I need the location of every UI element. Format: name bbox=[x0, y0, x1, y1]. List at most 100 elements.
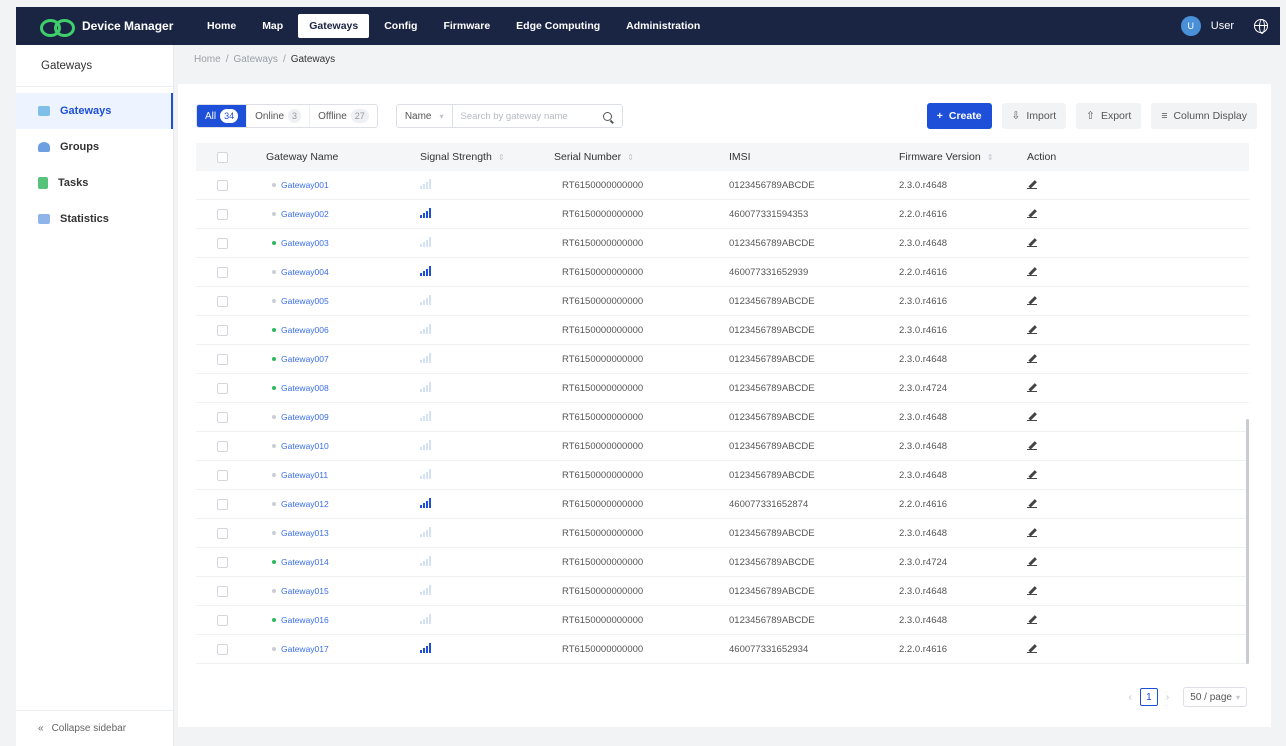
nav-config[interactable]: Config bbox=[373, 14, 428, 38]
language-globe-icon[interactable] bbox=[1254, 19, 1268, 34]
column-display-button[interactable]: ≡ Column Display bbox=[1151, 103, 1257, 129]
table-row[interactable]: Gateway001 RT6150000000000 0123456789ABCDE… bbox=[196, 171, 1249, 200]
nav-gateways[interactable]: Gateways bbox=[298, 14, 370, 38]
table-row[interactable]: Gateway016 RT6150000000000 0123456789ABCDE… bbox=[196, 606, 1249, 635]
search-input[interactable] bbox=[452, 110, 603, 122]
row-checkbox[interactable] bbox=[216, 382, 228, 394]
edit-icon[interactable] bbox=[1027, 382, 1037, 392]
gateway-name-link[interactable]: Gateway009 bbox=[281, 412, 329, 422]
gateway-name-link[interactable]: Gateway006 bbox=[281, 325, 329, 335]
table-row[interactable]: Gateway011 RT6150000000000 0123456789ABCDE… bbox=[196, 461, 1249, 490]
filter-all[interactable]: All 34 bbox=[197, 105, 248, 127]
edit-icon[interactable] bbox=[1027, 498, 1037, 508]
row-checkbox[interactable] bbox=[216, 585, 228, 597]
nav-edge-computing[interactable]: Edge Computing bbox=[505, 14, 611, 38]
gateway-name-link[interactable]: Gateway008 bbox=[281, 383, 329, 393]
nav-firmware[interactable]: Firmware bbox=[432, 14, 501, 38]
edit-icon[interactable] bbox=[1027, 411, 1037, 421]
nav-home[interactable]: Home bbox=[196, 14, 247, 38]
search-field-select[interactable]: Name ▾ bbox=[397, 105, 453, 127]
gateway-name-link[interactable]: Gateway016 bbox=[281, 615, 329, 625]
col-firmware-version[interactable]: Firmware Version ⇕ bbox=[899, 151, 1027, 163]
row-checkbox[interactable] bbox=[216, 237, 228, 249]
row-checkbox[interactable] bbox=[216, 556, 228, 568]
sidebar-item-gateways[interactable]: Gateways bbox=[16, 93, 173, 129]
filter-offline[interactable]: Offline 27 bbox=[310, 105, 377, 127]
row-checkbox[interactable] bbox=[216, 179, 228, 191]
search-icon[interactable] bbox=[602, 111, 612, 121]
brand[interactable]: Device Manager bbox=[16, 17, 196, 37]
table-row[interactable]: Gateway010 RT6150000000000 0123456789ABCDE… bbox=[196, 432, 1249, 461]
edit-icon[interactable] bbox=[1027, 556, 1037, 566]
collapse-sidebar-button[interactable]: « Collapse sidebar bbox=[16, 710, 173, 746]
edit-icon[interactable] bbox=[1027, 324, 1037, 334]
gateway-name-link[interactable]: Gateway004 bbox=[281, 267, 329, 277]
gateway-name-link[interactable]: Gateway002 bbox=[281, 209, 329, 219]
gateway-name-link[interactable]: Gateway011 bbox=[281, 470, 328, 480]
edit-icon[interactable] bbox=[1027, 440, 1037, 450]
edit-icon[interactable] bbox=[1027, 643, 1037, 653]
import-button[interactable]: ⇩ Import bbox=[1001, 103, 1067, 129]
edit-icon[interactable] bbox=[1027, 179, 1037, 189]
row-checkbox[interactable] bbox=[216, 353, 228, 365]
nav-administration[interactable]: Administration bbox=[615, 14, 711, 38]
table-scrollbar[interactable] bbox=[1246, 419, 1249, 664]
row-checkbox[interactable] bbox=[216, 324, 228, 336]
table-row[interactable]: Gateway013 RT6150000000000 0123456789ABCDE… bbox=[196, 519, 1249, 548]
table-row[interactable]: Gateway017 RT6150000000000 460077331652934… bbox=[196, 635, 1249, 664]
breadcrumb-gateways[interactable]: Gateways bbox=[233, 54, 277, 65]
gateway-name-link[interactable]: Gateway005 bbox=[281, 296, 329, 306]
row-checkbox[interactable] bbox=[216, 527, 228, 539]
gateway-name-link[interactable]: Gateway003 bbox=[281, 238, 329, 248]
sidebar-item-groups[interactable]: Groups bbox=[16, 129, 173, 165]
sidebar-item-tasks[interactable]: Tasks bbox=[16, 165, 173, 201]
avatar[interactable]: U bbox=[1180, 16, 1201, 36]
edit-icon[interactable] bbox=[1027, 237, 1037, 247]
next-page-button[interactable]: › bbox=[1166, 692, 1169, 703]
edit-icon[interactable] bbox=[1027, 614, 1037, 624]
table-row[interactable]: Gateway007 RT6150000000000 0123456789ABCDE… bbox=[196, 345, 1249, 374]
gateway-name-link[interactable]: Gateway007 bbox=[281, 354, 329, 364]
filter-online[interactable]: Online 3 bbox=[247, 105, 311, 127]
table-row[interactable]: Gateway015 RT6150000000000 0123456789ABCDE… bbox=[196, 577, 1249, 606]
table-row[interactable]: Gateway004 RT6150000000000 460077331652939… bbox=[196, 258, 1249, 287]
table-row[interactable]: Gateway008 RT6150000000000 0123456789ABCDE… bbox=[196, 374, 1249, 403]
user-name[interactable]: User bbox=[1211, 20, 1234, 32]
gateway-name-link[interactable]: Gateway015 bbox=[281, 586, 329, 596]
edit-icon[interactable] bbox=[1027, 527, 1037, 537]
edit-icon[interactable] bbox=[1027, 266, 1037, 276]
gateway-name-link[interactable]: Gateway017 bbox=[281, 644, 329, 654]
prev-page-button[interactable]: ‹ bbox=[1129, 692, 1132, 703]
sidebar-item-statistics[interactable]: Statistics bbox=[16, 201, 173, 237]
gateway-name-link[interactable]: Gateway010 bbox=[281, 441, 329, 451]
table-row[interactable]: Gateway005 RT6150000000000 0123456789ABCDE… bbox=[196, 287, 1249, 316]
row-checkbox[interactable] bbox=[216, 208, 228, 220]
gateway-name-link[interactable]: Gateway013 bbox=[281, 528, 329, 538]
edit-icon[interactable] bbox=[1027, 353, 1037, 363]
table-row[interactable]: Gateway009 RT6150000000000 0123456789ABCDE… bbox=[196, 403, 1249, 432]
row-checkbox[interactable] bbox=[216, 498, 228, 510]
gateway-name-link[interactable]: Gateway014 bbox=[281, 557, 329, 567]
export-button[interactable]: ⇧ Export bbox=[1076, 103, 1142, 129]
row-checkbox[interactable] bbox=[216, 266, 228, 278]
row-checkbox[interactable] bbox=[216, 614, 228, 626]
edit-icon[interactable] bbox=[1027, 469, 1037, 479]
page-size-select[interactable]: 50 / page ▾ bbox=[1183, 687, 1247, 707]
breadcrumb-home[interactable]: Home bbox=[194, 54, 221, 65]
row-checkbox[interactable] bbox=[216, 469, 228, 481]
edit-icon[interactable] bbox=[1027, 295, 1037, 305]
col-signal-strength[interactable]: Signal Strength ⇕ bbox=[418, 151, 554, 163]
edit-icon[interactable] bbox=[1027, 208, 1037, 218]
row-checkbox[interactable] bbox=[216, 295, 228, 307]
gateway-name-link[interactable]: Gateway012 bbox=[281, 499, 329, 509]
nav-map[interactable]: Map bbox=[251, 14, 294, 38]
select-all-checkbox[interactable] bbox=[216, 151, 228, 163]
row-checkbox[interactable] bbox=[216, 411, 228, 423]
row-checkbox[interactable] bbox=[216, 643, 228, 655]
row-checkbox[interactable] bbox=[216, 440, 228, 452]
table-row[interactable]: Gateway012 RT6150000000000 460077331652874… bbox=[196, 490, 1249, 519]
table-row[interactable]: Gateway014 RT6150000000000 0123456789ABCDE… bbox=[196, 548, 1249, 577]
gateway-name-link[interactable]: Gateway001 bbox=[281, 180, 329, 190]
page-number-button[interactable]: 1 bbox=[1139, 688, 1158, 706]
table-row[interactable]: Gateway002 RT6150000000000 460077331594353… bbox=[196, 200, 1249, 229]
